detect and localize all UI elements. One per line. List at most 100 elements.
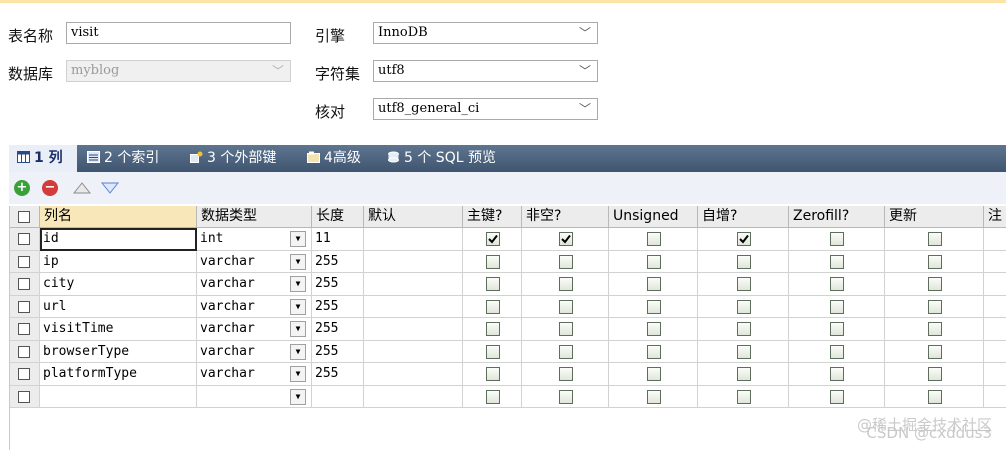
data-type-cell[interactable]: ▼ — [197, 385, 312, 408]
length-cell[interactable]: 255 — [312, 295, 364, 318]
tab-indexes[interactable]: 2 个索引 — [87, 145, 159, 172]
auto-increment-checkbox[interactable] — [737, 299, 751, 314]
default-cell[interactable] — [364, 363, 463, 386]
update-checkbox[interactable] — [928, 367, 942, 381]
comment-cell[interactable] — [984, 363, 1006, 386]
header-unsigned[interactable]: Unsigned — [609, 206, 698, 228]
engine-select[interactable]: InnoDB ﹀ — [373, 22, 598, 44]
update-checkbox[interactable] — [928, 277, 942, 291]
unsigned-checkbox[interactable] — [647, 344, 661, 359]
header-auto-increment[interactable]: 自增? — [698, 206, 789, 228]
row-select-cell[interactable] — [10, 385, 40, 408]
zerofill-checkbox[interactable] — [830, 322, 844, 336]
not-null-checkbox[interactable] — [559, 277, 573, 291]
default-cell[interactable] — [364, 318, 463, 341]
update-checkbox[interactable] — [928, 389, 942, 404]
default-cell[interactable] — [364, 385, 463, 408]
unsigned-checkbox[interactable] — [647, 389, 661, 404]
primary-key-checkbox[interactable] — [486, 277, 500, 291]
row-select-checkbox[interactable] — [18, 233, 30, 245]
length-cell[interactable]: 255 — [312, 273, 364, 296]
row-select-checkbox[interactable] — [18, 278, 30, 290]
comment-cell[interactable] — [984, 386, 1006, 408]
move-down-icon[interactable] — [101, 182, 119, 195]
length-cell[interactable]: 255 — [312, 250, 364, 273]
row-select-cell[interactable] — [10, 295, 40, 318]
default-cell[interactable] — [364, 295, 463, 318]
chevron-down-icon[interactable]: ▼ — [290, 366, 306, 382]
data-type-cell[interactable]: varchar ▼ — [197, 363, 312, 386]
comment-cell[interactable] — [984, 251, 1006, 273]
zerofill-checkbox[interactable] — [830, 254, 844, 269]
comment-cell[interactable] — [984, 273, 1006, 296]
header-not-null[interactable]: 非空? — [522, 206, 609, 228]
update-checkbox[interactable] — [928, 322, 942, 336]
table-name-input[interactable]: visit — [66, 22, 291, 44]
column-name-cell[interactable]: platformType — [40, 363, 197, 386]
zerofill-checkbox[interactable] — [830, 277, 844, 291]
row-select-cell[interactable] — [10, 250, 40, 273]
tab-sql-preview[interactable]: 5 个 SQL 预览 — [387, 145, 496, 172]
row-select-checkbox[interactable] — [18, 300, 30, 313]
unsigned-checkbox[interactable] — [647, 254, 661, 269]
zerofill-checkbox[interactable] — [830, 389, 844, 404]
auto-increment-checkbox[interactable] — [737, 367, 751, 381]
primary-key-checkbox[interactable] — [486, 344, 500, 359]
primary-key-checkbox[interactable] — [486, 367, 500, 381]
row-select-checkbox[interactable] — [18, 368, 30, 380]
row-select-checkbox[interactable] — [18, 255, 30, 268]
zerofill-checkbox[interactable] — [830, 299, 844, 314]
data-type-cell[interactable]: int ▼ — [197, 228, 312, 251]
column-name-cell[interactable]: ip — [40, 250, 197, 273]
default-cell[interactable] — [364, 340, 463, 363]
unsigned-checkbox[interactable] — [647, 232, 661, 246]
zerofill-checkbox[interactable] — [830, 232, 844, 246]
unsigned-checkbox[interactable] — [647, 322, 661, 336]
primary-key-checkbox[interactable] — [486, 254, 500, 269]
row-select-cell[interactable] — [10, 363, 40, 386]
chevron-down-icon[interactable]: ▼ — [290, 343, 306, 360]
update-checkbox[interactable] — [928, 299, 942, 314]
column-name-cell[interactable]: url — [40, 295, 197, 318]
length-cell[interactable]: 11 — [312, 228, 364, 251]
select-all-checkbox[interactable] — [18, 211, 30, 223]
length-cell[interactable] — [312, 385, 364, 408]
not-null-checkbox[interactable] — [559, 367, 573, 381]
header-zerofill[interactable]: Zerofill? — [789, 206, 885, 228]
data-type-cell[interactable]: varchar ▼ — [197, 295, 312, 318]
tab-advanced[interactable]: 4高级 — [307, 145, 361, 172]
length-cell[interactable]: 255 — [312, 363, 364, 386]
length-cell[interactable]: 255 — [312, 340, 364, 363]
not-null-checkbox[interactable] — [559, 344, 573, 359]
collation-select[interactable]: utf8_general_ci ﹀ — [373, 98, 598, 120]
comment-cell[interactable] — [984, 228, 1006, 251]
not-null-checkbox[interactable] — [559, 254, 573, 269]
primary-key-checkbox[interactable] — [486, 389, 500, 404]
move-up-icon[interactable] — [73, 181, 91, 194]
tab-foreign-keys[interactable]: 3 个外部键 — [190, 145, 276, 172]
comment-cell[interactable] — [984, 341, 1006, 363]
primary-key-checkbox[interactable] — [486, 322, 500, 336]
column-name-cell[interactable]: city — [40, 273, 197, 296]
length-cell[interactable]: 255 — [312, 318, 364, 341]
header-select-all[interactable] — [10, 206, 40, 228]
remove-icon[interactable]: − — [42, 180, 58, 196]
not-null-checkbox[interactable] — [559, 299, 573, 314]
auto-increment-checkbox[interactable] — [737, 389, 751, 404]
unsigned-checkbox[interactable] — [647, 367, 661, 381]
data-type-cell[interactable]: varchar ▼ — [197, 250, 312, 273]
comment-cell[interactable] — [984, 318, 1006, 341]
chevron-down-icon[interactable]: ▼ — [290, 321, 306, 337]
row-select-checkbox[interactable] — [18, 345, 30, 358]
default-cell[interactable] — [364, 228, 463, 251]
header-update[interactable]: 更新 — [885, 206, 984, 228]
row-select-cell[interactable] — [10, 228, 40, 251]
row-select-cell[interactable] — [10, 273, 40, 296]
charset-select[interactable]: utf8 ﹀ — [373, 60, 598, 82]
not-null-checkbox[interactable] — [559, 389, 573, 404]
update-checkbox[interactable] — [928, 232, 942, 246]
data-type-cell[interactable]: varchar ▼ — [197, 273, 312, 296]
header-column-name[interactable]: 列名 — [40, 206, 197, 228]
row-select-cell[interactable] — [10, 340, 40, 363]
chevron-down-icon[interactable]: ▼ — [290, 253, 306, 270]
